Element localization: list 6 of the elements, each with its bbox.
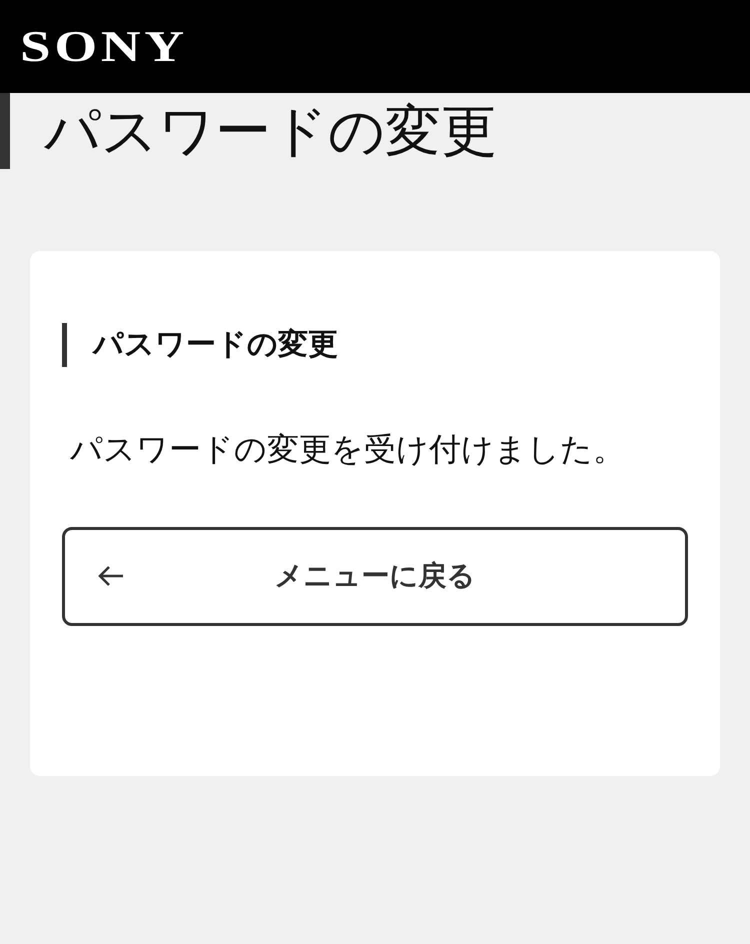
confirmation-message: パスワードの変更を受け付けました。 — [70, 430, 626, 469]
section-heading: パスワードの変更 — [62, 323, 688, 367]
page-title: パスワードの変更 — [0, 93, 750, 169]
sony-logo[interactable]: SONY — [20, 24, 188, 68]
back-to-menu-button[interactable]: メニューに戻る — [62, 526, 688, 626]
left-arrow-icon — [97, 564, 125, 588]
